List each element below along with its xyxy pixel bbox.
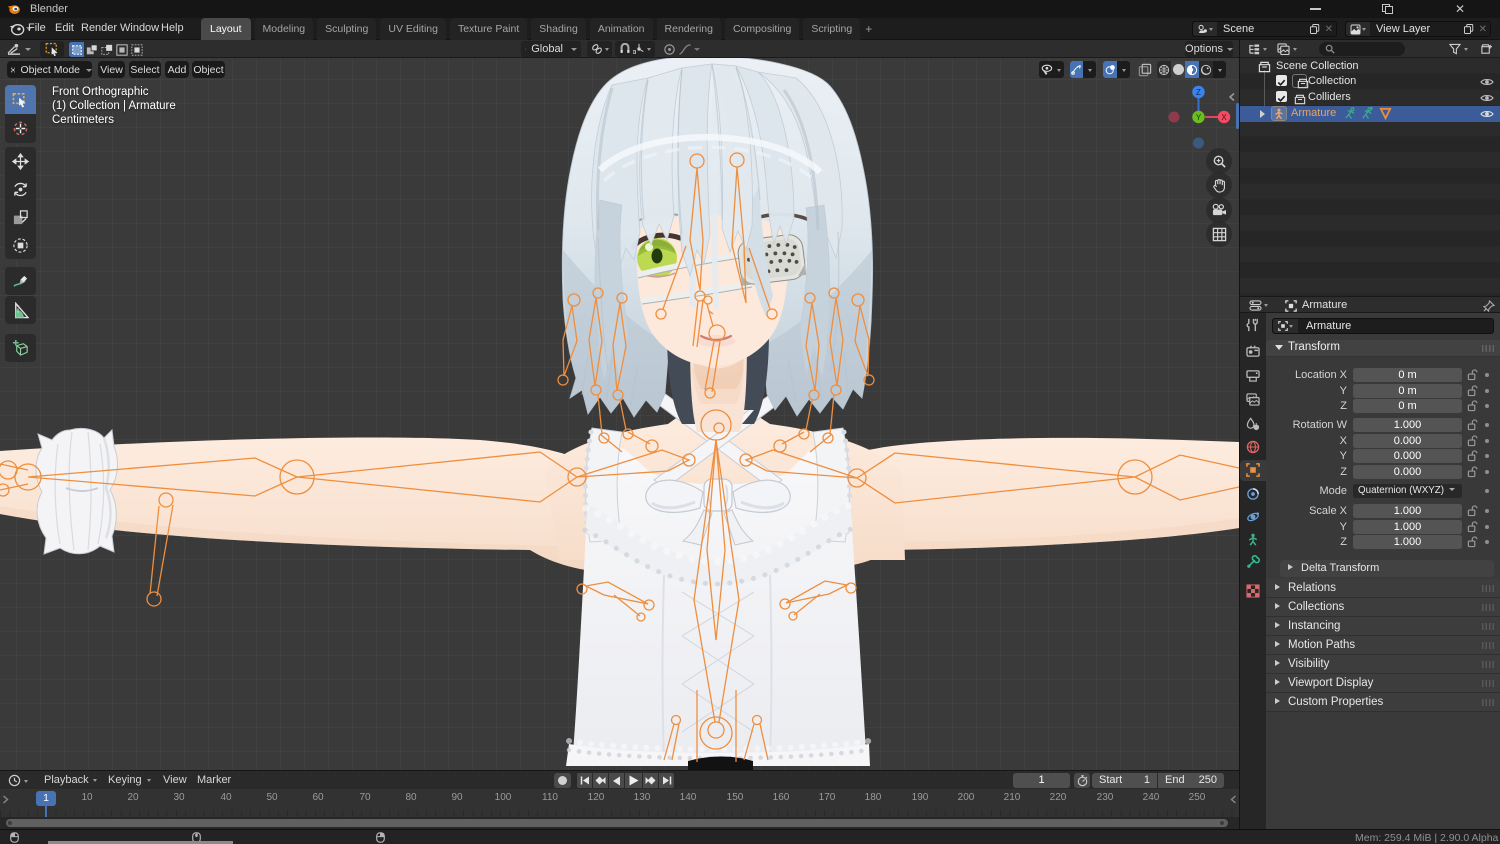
svg-text:Z: Z <box>1196 88 1201 97</box>
svg-text:X: X <box>1221 113 1227 122</box>
svg-text:Y: Y <box>1196 113 1202 122</box>
